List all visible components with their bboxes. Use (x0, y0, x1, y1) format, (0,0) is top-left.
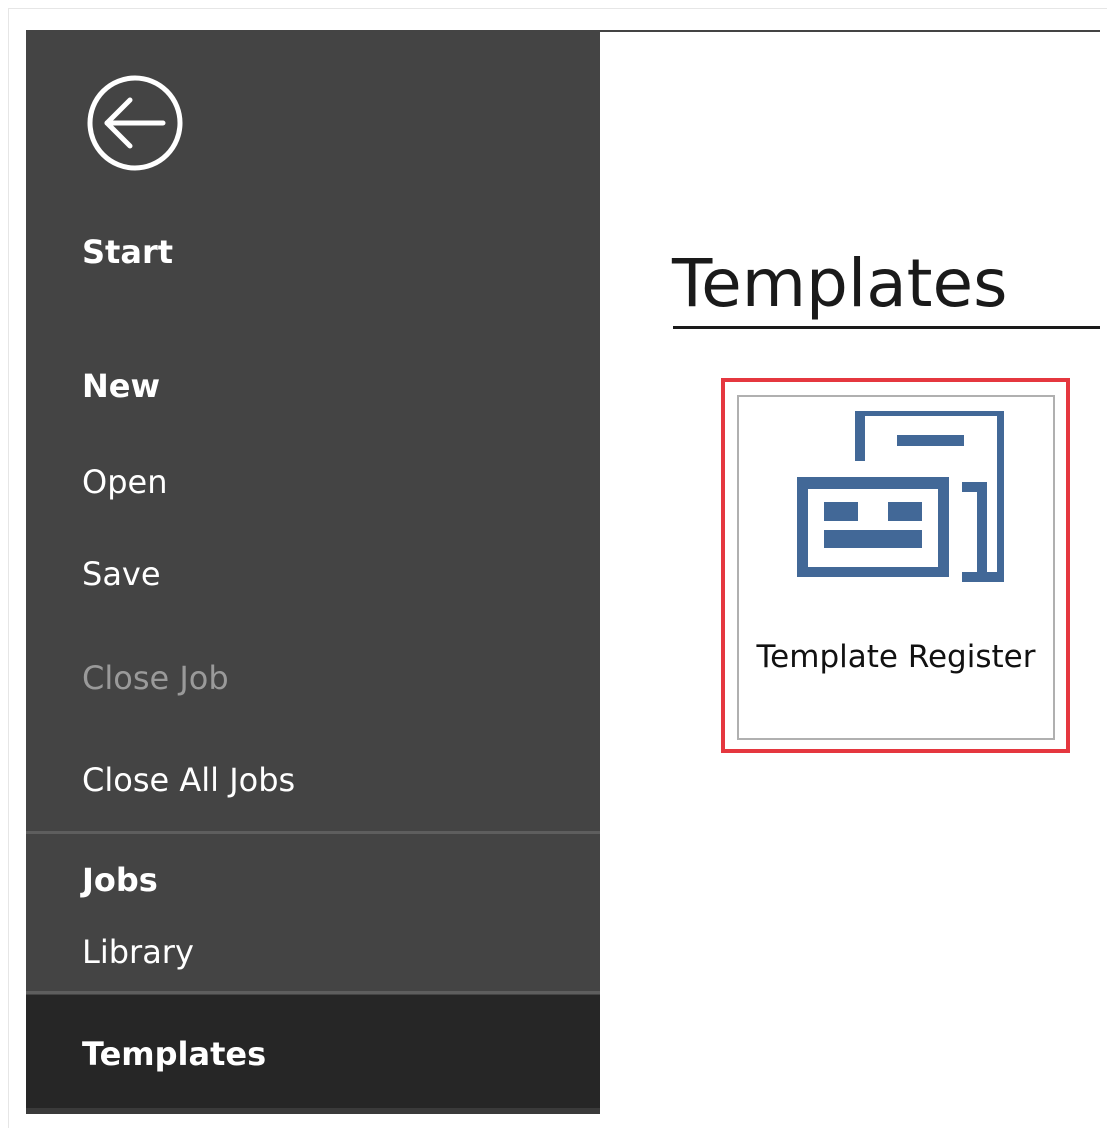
heading-underline (673, 326, 1100, 329)
menu-item-templates[interactable]: Templates (82, 1034, 266, 1074)
menu-item-close-job: Close Job (82, 659, 229, 697)
template-register-icon (794, 411, 1004, 583)
sidebar-bottom-strip (26, 1108, 600, 1114)
back-button[interactable] (83, 71, 187, 175)
menu-item-library[interactable]: Library (82, 932, 194, 972)
menu-item-jobs[interactable]: Jobs (82, 860, 158, 900)
backstage-sidebar: Start New Open Save Close Job Close All … (26, 30, 600, 1114)
section-heading: Templates (672, 245, 1008, 322)
menu-item-open[interactable]: Open (82, 462, 167, 502)
back-arrow-circle-icon (87, 75, 183, 171)
template-register-tile[interactable]: Template Register (737, 395, 1055, 740)
menu-item-new[interactable]: New (82, 366, 160, 406)
sidebar-divider (26, 831, 600, 834)
sidebar-divider (26, 991, 600, 994)
menu-item-start[interactable]: Start (82, 232, 173, 272)
tile-label: Template Register (756, 639, 1036, 675)
window-frame-top (8, 8, 1107, 9)
window-frame-left (8, 8, 9, 1128)
menu-item-save[interactable]: Save (82, 554, 161, 594)
menu-item-close-all-jobs[interactable]: Close All Jobs (82, 760, 295, 800)
content-top-border (600, 30, 1100, 32)
